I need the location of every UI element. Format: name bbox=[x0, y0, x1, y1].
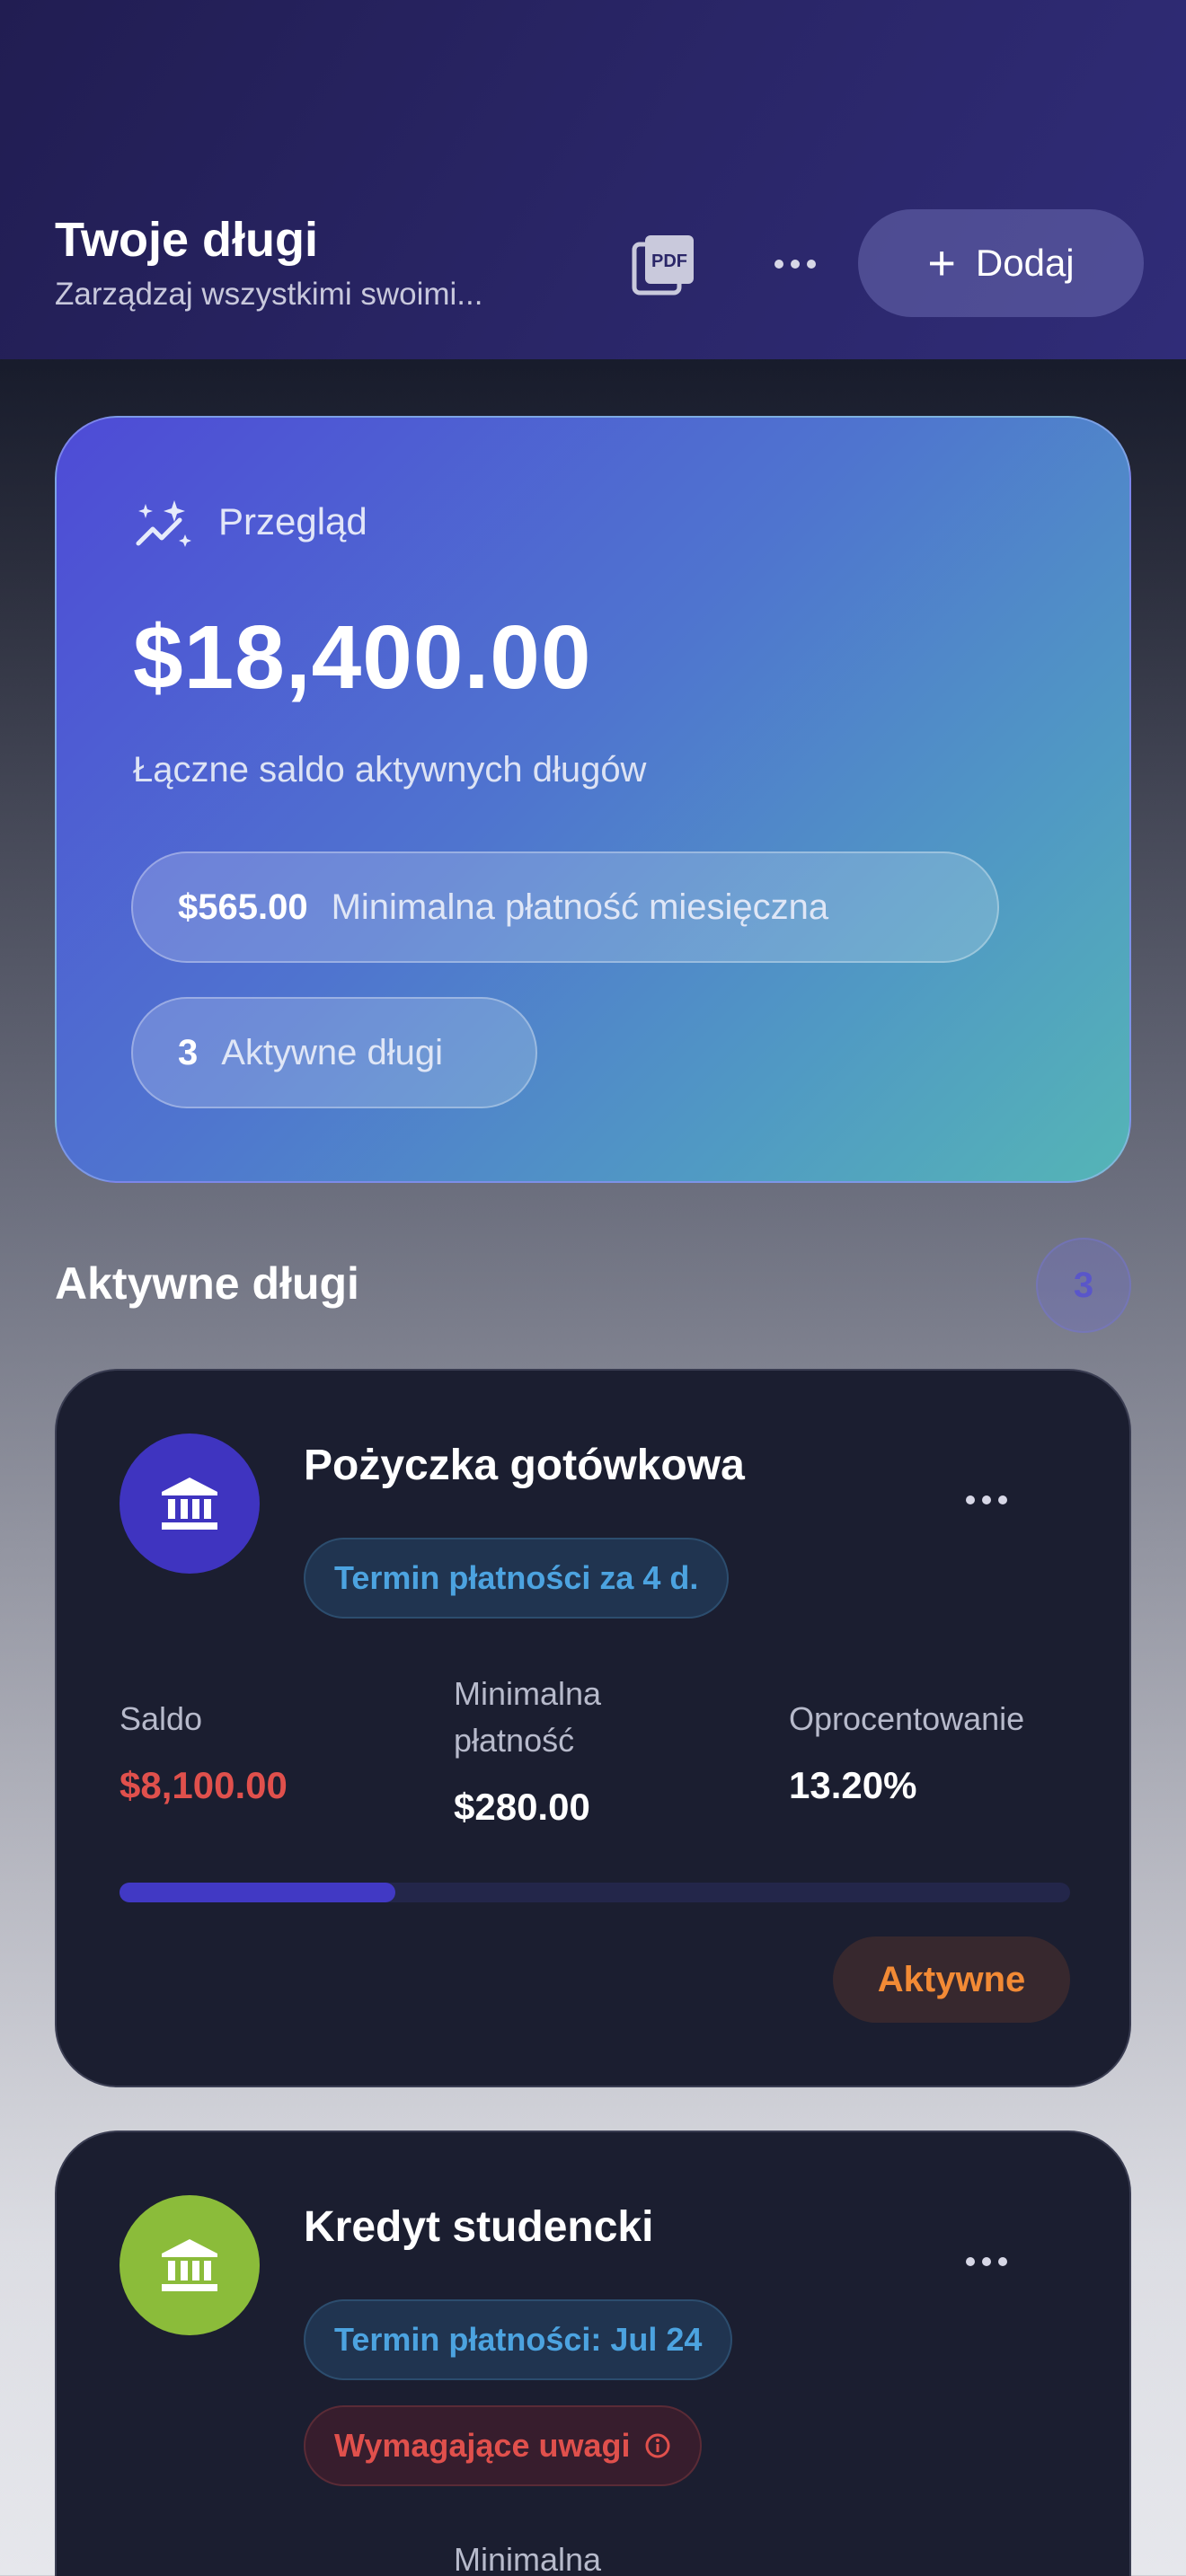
interest-rate-value: 13.20% bbox=[789, 1764, 917, 1806]
debt-avatar bbox=[119, 2195, 260, 2335]
active-debts-count: 3 bbox=[178, 1032, 199, 1072]
add-button-label: Dodaj bbox=[975, 242, 1075, 284]
status-badge: Aktywne bbox=[833, 1936, 1070, 2023]
debt-name: Pożyczka gotówkowa bbox=[304, 1442, 745, 1489]
active-debts-pill: 3 Aktywne długi bbox=[131, 997, 537, 1108]
total-balance-description: Łączne saldo aktywnych długów bbox=[133, 750, 647, 790]
page-subtitle: Zarządzaj wszystkimi swoimi... bbox=[55, 277, 483, 312]
min-payment-label: Minimalna płatność bbox=[454, 1675, 602, 1759]
pdf-icon: PDF bbox=[632, 235, 694, 296]
info-icon bbox=[645, 2433, 670, 2458]
add-debt-button[interactable]: + Dodaj bbox=[858, 209, 1144, 317]
debt-more-button[interactable] bbox=[955, 1491, 1018, 1509]
payoff-progress-bar bbox=[119, 1883, 1070, 1902]
more-horizontal-icon bbox=[966, 1495, 975, 1504]
payoff-progress-fill bbox=[119, 1883, 395, 1902]
plus-icon: + bbox=[927, 236, 956, 290]
section-count-badge: 3 bbox=[1036, 1238, 1131, 1333]
more-horizontal-icon bbox=[774, 260, 783, 269]
more-options-button[interactable] bbox=[764, 244, 827, 284]
svg-text:PDF: PDF bbox=[651, 251, 687, 271]
bank-icon bbox=[162, 2239, 217, 2291]
debt-more-button[interactable] bbox=[955, 2253, 1018, 2271]
debt-card[interactable]: Kredyt studencki Termin płatności: Jul 2… bbox=[55, 2130, 1131, 2576]
min-payment-pill: $565.00 Minimalna płatność miesięczna bbox=[131, 851, 999, 963]
top-header: Twoje długi Zarządzaj wszystkimi swoimi.… bbox=[0, 0, 1186, 359]
balance-label: Saldo bbox=[119, 1700, 203, 1737]
interest-rate-label: Oprocentowanie bbox=[789, 1700, 1025, 1737]
attention-label: Wymagające uwagi bbox=[334, 2427, 631, 2464]
page-title: Twoje długi bbox=[55, 213, 318, 267]
due-date-badge: Termin płatności: Jul 24 bbox=[304, 2299, 733, 2380]
min-payment-value: $565.00 bbox=[178, 887, 308, 927]
debt-card[interactable]: Pożyczka gotówkowa Termin płatności za 4… bbox=[55, 1369, 1131, 2087]
min-payment-value: $280.00 bbox=[454, 1786, 590, 1828]
balance-value: $8,100.00 bbox=[119, 1764, 288, 1806]
pdf-export-button[interactable]: PDF bbox=[629, 232, 701, 296]
section-title: Aktywne długi bbox=[55, 1258, 359, 1309]
min-payment-label: Minimalna bbox=[454, 2541, 602, 2576]
attention-badge: Wymagające uwagi bbox=[304, 2405, 703, 2486]
more-horizontal-icon bbox=[966, 2257, 975, 2266]
debt-avatar bbox=[119, 1434, 260, 1574]
due-date-badge: Termin płatności za 4 d. bbox=[304, 1538, 730, 1619]
overview-label: Przegląd bbox=[218, 500, 367, 543]
active-debts-label: Aktywne długi bbox=[221, 1032, 444, 1072]
bank-icon bbox=[162, 1478, 217, 1530]
overview-card: Przegląd $18,400.00 Łączne saldo aktywny… bbox=[55, 416, 1131, 1183]
total-balance: $18,400.00 bbox=[133, 607, 592, 708]
sparkles-icon bbox=[136, 500, 191, 547]
debt-name: Kredyt studencki bbox=[304, 2203, 654, 2251]
min-payment-label: Minimalna płatność miesięczna bbox=[331, 887, 829, 927]
